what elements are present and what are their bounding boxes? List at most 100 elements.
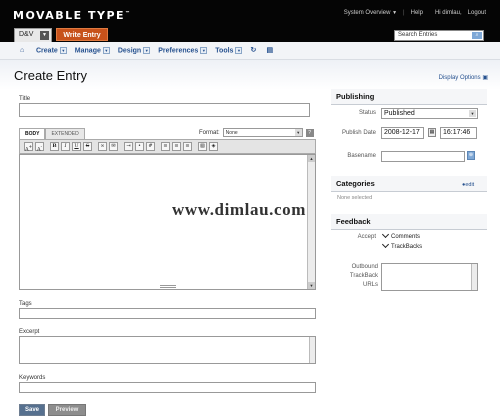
outbound-trackback-label: Outbound TrackBack URLs [349, 264, 378, 288]
blog-name: D&V [19, 31, 34, 38]
app-logo[interactable]: MOVABLE TYPE™ [13, 9, 132, 22]
search-icon[interactable]: ⌕ [472, 32, 482, 39]
insert-image-icon[interactable]: ▧ [198, 142, 207, 151]
logout-link[interactable]: Logout [468, 10, 486, 16]
status-value: Published [384, 110, 415, 117]
excerpt-textarea[interactable] [19, 336, 316, 364]
blog-selector[interactable]: D&V ▼ [14, 28, 52, 42]
scrollbar[interactable] [309, 337, 315, 363]
system-overview-link[interactable]: System Overview ▼ [344, 10, 397, 16]
top-nav: System Overview ▼ | Help Hi dimlau, Logo… [344, 10, 486, 16]
title-label: Title [19, 96, 31, 102]
keywords-input[interactable] [19, 382, 316, 393]
top-bar: MOVABLE TYPE™ System Overview ▼ | Help H… [0, 0, 500, 42]
resize-handle[interactable] [160, 285, 176, 288]
accept-label: Accept [357, 234, 376, 240]
refresh-icon[interactable]: ↻ [250, 47, 258, 54]
scrollbar[interactable]: ▲ ▼ [307, 155, 315, 289]
indent-icon[interactable]: ⇥ [124, 142, 133, 151]
publish-date-input[interactable]: 2008-12-17 [381, 127, 424, 139]
scroll-down-icon[interactable]: ▼ [308, 282, 315, 289]
basename-label: Basename [347, 153, 376, 159]
publishing-panel: Publishing [331, 89, 487, 105]
menu-item-design[interactable]: Design ▼ [118, 47, 151, 54]
keywords-label: Keywords [19, 375, 46, 381]
publishing-header: Publishing [331, 89, 487, 105]
menu-item-tools[interactable]: Tools ▼ [215, 47, 243, 54]
insert-file-icon[interactable]: ◈ [209, 142, 218, 151]
format-label: Format: [199, 129, 220, 136]
numbered-list-icon[interactable]: # [146, 142, 155, 151]
search-value: Search Entries [398, 32, 438, 38]
tab-extended[interactable]: EXTENDED [45, 128, 85, 139]
basename-input[interactable] [381, 151, 465, 162]
status-select[interactable]: Published ▼ [381, 108, 478, 119]
chevron-down-icon[interactable]: ▼ [40, 31, 49, 40]
format-select[interactable]: None ▼ [222, 128, 303, 137]
scroll-up-icon[interactable]: ▲ [308, 155, 315, 162]
tab-body[interactable]: BODY [19, 128, 46, 139]
divider: | [403, 10, 405, 16]
strikethrough-icon[interactable]: S [83, 142, 92, 151]
editor-tabs: BODY EXTENDED [19, 128, 85, 139]
view-site-icon[interactable]: ▤ [266, 47, 274, 54]
preview-button[interactable]: Preview [48, 404, 86, 416]
search-input[interactable]: Search Entries ⌕ [394, 30, 484, 41]
align-left-icon[interactable]: ≡ [161, 142, 170, 151]
align-center-icon[interactable]: ≡ [172, 142, 181, 151]
comments-checkbox[interactable]: Comments [381, 230, 420, 240]
status-label: Status [358, 110, 376, 116]
chevron-down-icon: ▼ [235, 47, 243, 54]
outbound-trackback-textarea[interactable] [381, 263, 478, 291]
format-control: Format: None ▼ ? [199, 128, 314, 137]
menu-item-manage[interactable]: Manage ▼ [75, 47, 110, 54]
lock-icon[interactable]: ⊕ [467, 151, 475, 160]
user-greeting: Hi dimlau, [434, 10, 462, 16]
editor-toolbar: A+ A- B I U S ∞ ✉ ⇥ • # ≡ ≡ ≡ ▧ ◈ [19, 139, 316, 154]
tags-input[interactable] [19, 308, 316, 319]
bulleted-list-icon[interactable]: • [135, 142, 144, 151]
format-value: None [225, 130, 238, 136]
menu-bar: ⌂ Create ▼ Manage ▼ Design ▼ Preferences ▼ T… [0, 42, 500, 60]
edit-categories-link[interactable]: ●edit [462, 182, 474, 188]
scrollbar[interactable] [471, 264, 477, 290]
display-options-link[interactable]: Display Options ▣ [439, 74, 488, 81]
page-title: Create Entry [14, 68, 87, 83]
email-icon[interactable]: ✉ [109, 142, 118, 151]
menu-item-preferences[interactable]: Preferences ▼ [158, 47, 208, 54]
feedback-header: Feedback [331, 214, 487, 230]
font-size-decrease-icon[interactable]: A- [35, 142, 44, 153]
tags-label: Tags [19, 301, 32, 307]
chevron-down-icon: ▼ [294, 129, 302, 136]
body-textarea[interactable]: ▲ ▼ [19, 154, 316, 290]
publish-date-label: Publish Date [341, 130, 376, 136]
align-right-icon[interactable]: ≡ [183, 142, 192, 151]
font-size-increase-icon[interactable]: A+ [24, 142, 33, 153]
menu-item-create[interactable]: Create ▼ [36, 47, 67, 54]
chevron-down-icon: ▼ [102, 47, 110, 54]
main-menu: ⌂ Create ▼ Manage ▼ Design ▼ Preferences ▼ T… [20, 47, 274, 54]
save-button[interactable]: Save [19, 404, 45, 416]
chevron-down-icon: ▼ [392, 10, 398, 16]
chevron-down-icon: ▼ [143, 47, 151, 54]
home-icon[interactable]: ⌂ [20, 47, 28, 54]
calendar-icon[interactable]: ▦ [428, 128, 436, 137]
trackbacks-checkbox[interactable]: TrackBacks [381, 240, 422, 250]
help-icon[interactable]: ? [305, 128, 314, 137]
help-link[interactable]: Help [411, 10, 423, 16]
publish-time-input[interactable]: 16:17:46 [440, 127, 477, 139]
chevron-down-icon: ▼ [469, 110, 476, 117]
display-options-icon: ▣ [482, 75, 488, 81]
checkmark-icon [381, 240, 390, 249]
categories-none-selected: None selected [337, 195, 373, 201]
write-entry-button[interactable]: Write Entry [56, 28, 108, 41]
title-input[interactable] [19, 103, 310, 117]
italic-icon[interactable]: I [61, 142, 70, 151]
link-icon[interactable]: ∞ [98, 142, 107, 151]
underline-icon[interactable]: U [72, 142, 81, 151]
checkmark-icon [381, 230, 390, 239]
watermark: www.dimlau.com [172, 200, 307, 219]
chevron-down-icon: ▼ [59, 47, 67, 54]
excerpt-label: Excerpt [19, 329, 40, 335]
bold-icon[interactable]: B [50, 142, 59, 151]
